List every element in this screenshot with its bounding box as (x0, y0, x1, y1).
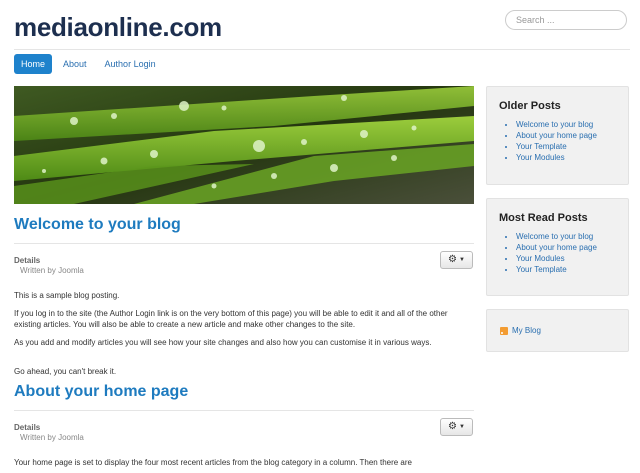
article-title[interactable]: Welcome to your blog (14, 216, 181, 234)
rss-feed-link[interactable]: My Blog (500, 326, 541, 335)
rss-feed-icon (500, 326, 508, 335)
gear-icon: ⚙ (448, 421, 457, 432)
header-banner-image (14, 86, 474, 204)
post-link[interactable]: Your Template (516, 265, 567, 274)
post-link[interactable]: About your home page (516, 243, 597, 252)
list-item[interactable]: Your Modules (516, 253, 597, 264)
post-link[interactable]: About your home page (516, 131, 597, 140)
details-label: Details (14, 256, 41, 265)
rss-label[interactable]: My Blog (512, 326, 541, 335)
caret-down-icon: ▼ (459, 424, 465, 430)
older-posts-panel: Older Posts Welcome to your blog About y… (486, 86, 629, 185)
gear-icon: ⚙ (448, 254, 457, 265)
post-link[interactable]: Welcome to your blog (516, 232, 593, 241)
author-line: Written by Joomla (20, 266, 84, 275)
list-item[interactable]: Welcome to your blog (516, 119, 597, 130)
header-divider (14, 49, 630, 50)
post-link[interactable]: Your Template (516, 142, 567, 151)
article-paragraph: As you add and modify articles you will … (14, 338, 432, 347)
list-item[interactable]: About your home page (516, 130, 597, 141)
post-link[interactable]: Your Modules (516, 254, 565, 263)
older-posts-list: Welcome to your blog About your home pag… (504, 119, 597, 163)
details-label: Details (14, 423, 41, 432)
divider (14, 243, 474, 244)
article-paragraph: If you log in to the site (the Author Lo… (14, 309, 448, 329)
article-tools-button[interactable]: ⚙ ▼ (440, 251, 473, 269)
panel-title: Older Posts (499, 100, 561, 112)
site-title[interactable]: mediaonline.com (14, 12, 222, 43)
nav-item-home[interactable]: Home (14, 54, 53, 74)
list-item[interactable]: Your Template (516, 141, 597, 152)
list-item[interactable]: Welcome to your blog (516, 231, 597, 242)
most-read-list: Welcome to your blog About your home pag… (504, 231, 597, 275)
list-item[interactable]: Your Modules (516, 152, 597, 163)
author-line: Written by Joomla (20, 433, 84, 442)
article-paragraph: This is a sample blog posting. (14, 291, 120, 300)
most-read-panel: Most Read Posts Welcome to your blog Abo… (486, 198, 629, 296)
caret-down-icon: ▼ (459, 257, 465, 263)
post-link[interactable]: Welcome to your blog (516, 120, 593, 129)
search-input[interactable] (505, 10, 627, 30)
main-nav: Home About Author Login (14, 54, 163, 74)
article-title[interactable]: About your home page (14, 383, 188, 401)
post-link[interactable]: Your Modules (516, 153, 565, 162)
divider (14, 410, 474, 411)
article-paragraph: Your home page is set to display the fou… (14, 458, 412, 467)
article-tools-button[interactable]: ⚙ ▼ (440, 418, 473, 436)
panel-title: Most Read Posts (499, 212, 588, 224)
article-paragraph: Go ahead, you can't break it. (14, 367, 117, 376)
nav-item-about[interactable]: About (56, 54, 94, 74)
list-item[interactable]: Your Template (516, 264, 597, 275)
nav-item-author-login[interactable]: Author Login (98, 54, 163, 74)
list-item[interactable]: About your home page (516, 242, 597, 253)
